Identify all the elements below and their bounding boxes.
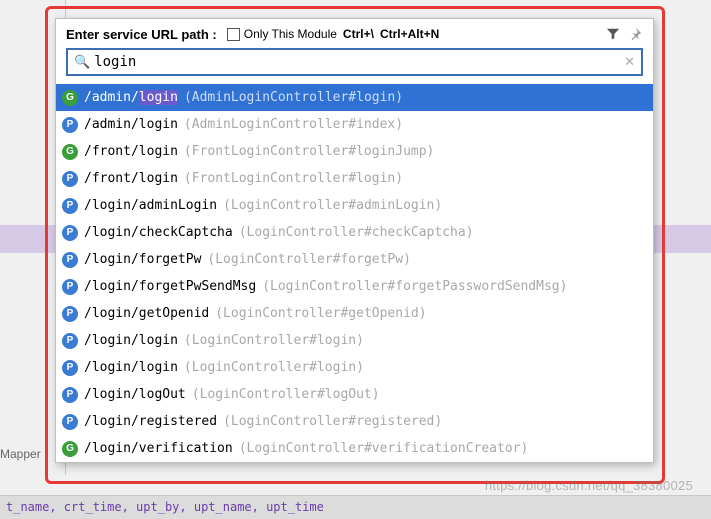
list-item[interactable]: G/admin/login (AdminLoginController#login… (56, 84, 653, 111)
method-badge: P (62, 306, 78, 322)
result-path: /login/registered (84, 414, 217, 429)
result-desc: (LoginController#forgetPw) (207, 252, 411, 267)
result-desc: (FrontLoginController#loginJump) (184, 144, 434, 159)
result-desc: (LoginController#adminLogin) (223, 198, 442, 213)
shortcut-2: Ctrl+Alt+N (380, 27, 439, 41)
list-item[interactable]: G/front/login (FrontLoginController#login… (56, 138, 653, 165)
result-path: /login/login (84, 360, 178, 375)
result-path: /admin/login (84, 90, 178, 105)
method-badge: P (62, 225, 78, 241)
result-path: /login/checkCaptcha (84, 225, 233, 240)
result-desc: (AdminLoginController#index) (184, 117, 403, 132)
side-label: Mapper (0, 447, 41, 461)
search-field-wrap: 🔍 ✕ (66, 48, 643, 76)
result-path: /front/login (84, 171, 178, 186)
search-icon: 🔍 (74, 54, 90, 70)
list-item[interactable]: P/login/forgetPw (LoginController#forgetP… (56, 246, 653, 273)
result-path: /login/forgetPwSendMsg (84, 279, 256, 294)
method-badge: P (62, 279, 78, 295)
list-item[interactable]: P/login/login (LoginController#login) (56, 327, 653, 354)
clear-icon[interactable]: ✕ (624, 54, 635, 70)
method-badge: P (62, 387, 78, 403)
watermark: https://blog.csdn.net/qq_38380025 (485, 478, 693, 493)
result-list: G/admin/login (AdminLoginController#login… (56, 84, 653, 462)
result-desc: (LoginController#getOpenid) (215, 306, 426, 321)
result-path: /login/logOut (84, 387, 186, 402)
method-badge: G (62, 90, 78, 106)
bottom-status-bar: t_name, crt_time, upt_by, upt_name, upt_… (0, 495, 711, 519)
list-item[interactable]: G/login/verification (LoginController#ver… (56, 435, 653, 462)
popup-header: Enter service URL path : Only This Modul… (56, 19, 653, 84)
list-item[interactable]: P/login/checkCaptcha (LoginController#che… (56, 219, 653, 246)
list-item[interactable]: P/front/login (FrontLoginController#login… (56, 165, 653, 192)
method-badge: P (62, 333, 78, 349)
list-item[interactable]: P/login/forgetPwSendMsg (LoginController#… (56, 273, 653, 300)
search-input[interactable] (94, 54, 624, 70)
list-item[interactable]: P/login/registered (LoginController#regis… (56, 408, 653, 435)
list-item[interactable]: P/login/adminLogin (LoginController#admin… (56, 192, 653, 219)
service-url-popup: Enter service URL path : Only This Modul… (55, 18, 654, 463)
method-badge: P (62, 171, 78, 187)
method-badge: P (62, 414, 78, 430)
list-item[interactable]: P/login/logOut (LoginController#logOut) (56, 381, 653, 408)
header-label: Enter service URL path : (66, 27, 217, 42)
result-desc: (LoginController#forgetPasswordSendMsg) (262, 279, 567, 294)
result-desc: (FrontLoginController#login) (184, 171, 403, 186)
method-badge: G (62, 441, 78, 457)
method-badge: P (62, 117, 78, 133)
result-path: /login/adminLogin (84, 198, 217, 213)
list-item[interactable]: P/login/login (LoginController#login) (56, 354, 653, 381)
result-path: /front/login (84, 144, 178, 159)
result-path: /login/forgetPw (84, 252, 201, 267)
result-desc: (LoginController#login) (184, 333, 364, 348)
list-item[interactable]: P/login/getOpenid (LoginController#getOpe… (56, 300, 653, 327)
result-desc: (LoginController#verificationCreator) (239, 441, 529, 456)
filter-icon[interactable] (605, 26, 621, 42)
method-badge: G (62, 144, 78, 160)
result-path: /admin/login (84, 117, 178, 132)
method-badge: P (62, 198, 78, 214)
method-badge: P (62, 252, 78, 268)
pin-icon[interactable] (627, 26, 643, 42)
list-item[interactable]: P/admin/login (AdminLoginController#index… (56, 111, 653, 138)
result-path: /login/verification (84, 441, 233, 456)
shortcut-1: Ctrl+\ (343, 27, 374, 41)
only-module-checkbox[interactable] (227, 28, 240, 41)
result-desc: (LoginController#login) (184, 360, 364, 375)
only-module-label: Only This Module (244, 27, 337, 41)
result-desc: (LoginController#logOut) (192, 387, 380, 402)
result-desc: (LoginController#checkCaptcha) (239, 225, 474, 240)
result-path: /login/login (84, 333, 178, 348)
result-desc: (AdminLoginController#login) (184, 90, 403, 105)
result-desc: (LoginController#registered) (223, 414, 442, 429)
method-badge: P (62, 360, 78, 376)
result-path: /login/getOpenid (84, 306, 209, 321)
